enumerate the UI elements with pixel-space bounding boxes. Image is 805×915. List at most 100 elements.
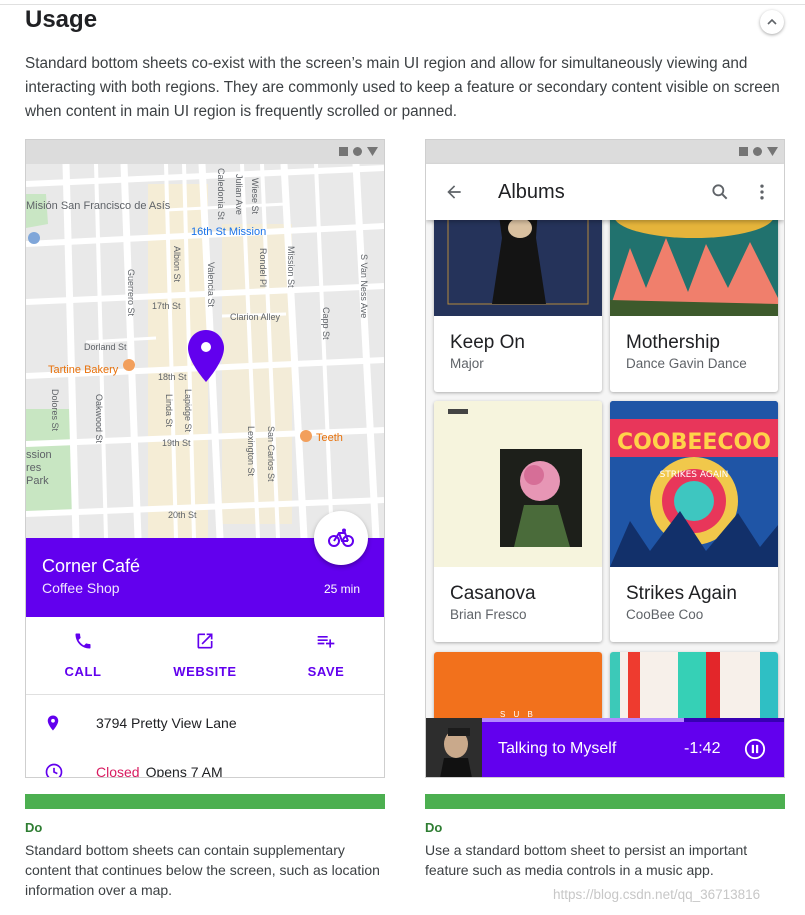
status-bar	[26, 140, 384, 164]
street-19th: 19th St	[162, 438, 191, 448]
section-intro: Standard bottom sheets co-exist with the…	[25, 55, 780, 120]
save-button[interactable]: SAVE	[281, 631, 371, 679]
street-oakwood: Oakwood St	[94, 394, 104, 444]
street-20th: 20th St	[168, 510, 197, 520]
back-arrow-icon[interactable]	[444, 182, 464, 202]
street-caledonia: Caledonia St	[216, 168, 226, 220]
time-remaining: -1:42	[684, 740, 721, 757]
music-example-phone: Albums Keep On Major Mothership Dance Ga…	[425, 139, 785, 778]
album-art: S U B	[434, 652, 602, 718]
map-example-phone: Misión San Francisco de Asís 16th St Mis…	[25, 139, 385, 778]
place-name: Corner Café	[42, 556, 141, 576]
guideline-text: Use a standard bottom sheet to persist a…	[425, 842, 748, 878]
street-rondel: Rondel Pl	[258, 248, 268, 288]
street-dolores: Dolores St	[50, 389, 60, 432]
album-art	[610, 652, 778, 718]
bicycle-icon	[328, 528, 354, 547]
map-view[interactable]: Misión San Francisco de Asís 16th St Mis…	[26, 164, 384, 538]
street-wiese: Wiese St	[250, 178, 260, 215]
street-mission: Mission St	[286, 246, 296, 288]
album-art-text: STRIKES AGAIN	[660, 470, 729, 480]
place-actions: CALL WEBSITE SAVE	[26, 617, 384, 695]
triangle-icon	[367, 147, 378, 156]
circle-icon	[353, 147, 362, 156]
now-playing-thumbnail	[426, 718, 482, 777]
status-bar	[426, 140, 784, 164]
album-card[interactable]: Keep On Major	[434, 220, 602, 392]
top-app-bar: Albums	[426, 164, 784, 220]
street-18th: 18th St	[158, 372, 187, 382]
album-title: Mothership	[626, 332, 720, 353]
album-card[interactable]: COOBEECOO STRIKES AGAIN Strikes Again Co…	[610, 401, 778, 642]
album-artist: Major	[450, 356, 484, 371]
triangle-icon	[767, 147, 778, 156]
map-label-transit: 16th St Mission	[191, 226, 267, 238]
guideline-text: Standard bottom sheets can contain suppl…	[25, 842, 380, 898]
song-title: Talking to Myself	[498, 740, 617, 757]
directions-bike-button[interactable]	[314, 511, 368, 565]
street-guerrero: Guerrero St	[126, 269, 136, 317]
do-label: Do	[25, 820, 43, 835]
playlist-add-icon	[317, 636, 335, 648]
album-title: Casanova	[450, 583, 536, 604]
hours-status: Closed	[96, 764, 140, 778]
map-label-teeth: Teeth	[316, 432, 343, 444]
square-icon	[739, 147, 748, 156]
street-17th: 17th St	[152, 301, 181, 311]
street-linda: Linda St	[164, 394, 174, 428]
album-artist: CooBee Coo	[626, 607, 704, 622]
save-label: SAVE	[307, 664, 345, 679]
do-indicator-bar	[25, 794, 385, 809]
call-label: CALL	[64, 664, 102, 679]
album-art-text: COOBEECOO	[617, 430, 771, 455]
do-indicator-bar	[425, 794, 785, 809]
album-art: COOBEECOO STRIKES AGAIN	[610, 401, 778, 567]
album-artist: Dance Gavin Dance	[626, 356, 747, 371]
map-label-mission: Misión San Francisco de Asís	[26, 200, 171, 212]
website-label: WEBSITE	[173, 664, 237, 679]
album-art	[610, 220, 778, 316]
open-in-new-icon	[197, 633, 213, 649]
place-type: Coffee Shop	[42, 580, 120, 596]
street-dorland: Dorland St	[84, 342, 127, 352]
pause-icon[interactable]	[744, 738, 766, 760]
map-streets	[26, 164, 384, 538]
album-title: Keep On	[450, 332, 525, 353]
album-card[interactable]: Mothership Dance Gavin Dance	[610, 220, 778, 392]
album-art	[434, 220, 602, 316]
watermark: https://blog.csdn.net/qq_36713816	[553, 887, 761, 902]
call-button[interactable]: CALL	[38, 631, 128, 679]
map-label-tartine: Tartine Bakery	[48, 364, 119, 376]
phone-icon	[75, 633, 91, 649]
now-playing-bar[interactable]: Talking to Myself -1:42	[426, 718, 784, 777]
chevron-up-icon	[767, 18, 777, 25]
album-card[interactable]: Casanova Brian Fresco	[434, 401, 602, 642]
album-grid[interactable]: Keep On Major Mothership Dance Gavin Dan…	[426, 220, 784, 718]
street-albion: Albion St	[172, 246, 182, 283]
street-s-van-ness: S Van Ness Ave	[359, 254, 369, 319]
collapse-button[interactable]	[760, 10, 784, 34]
map-label-park: ssion res Park	[26, 449, 52, 487]
album-title: Strikes Again	[626, 583, 737, 604]
appbar-title: Albums	[498, 181, 565, 203]
more-vert-icon[interactable]	[752, 182, 772, 202]
address-text: 3794 Pretty View Lane	[96, 715, 237, 731]
street-clarion: Clarion Alley	[230, 312, 281, 322]
street-julian: Julian Ave	[234, 174, 244, 215]
search-icon[interactable]	[710, 182, 730, 202]
clock-icon	[45, 763, 63, 777]
section-title: Usage	[25, 6, 98, 33]
hours-opens: Opens 7 AM	[145, 764, 223, 778]
website-button[interactable]: WEBSITE	[160, 631, 250, 679]
travel-time: 25 min	[323, 582, 360, 596]
street-san-carlos: San Carlos St	[266, 426, 276, 482]
street-lexington: Lexington St	[246, 426, 256, 477]
hours-row[interactable]: Closed Opens 7 AM	[26, 752, 384, 778]
album-card[interactable]	[610, 652, 778, 718]
album-art	[434, 401, 602, 567]
top-divider	[0, 4, 805, 5]
square-icon	[339, 147, 348, 156]
street-lapidge: Lapidge St	[183, 389, 193, 433]
address-row[interactable]: 3794 Pretty View Lane	[26, 703, 384, 743]
album-card[interactable]: S U B	[434, 652, 602, 718]
